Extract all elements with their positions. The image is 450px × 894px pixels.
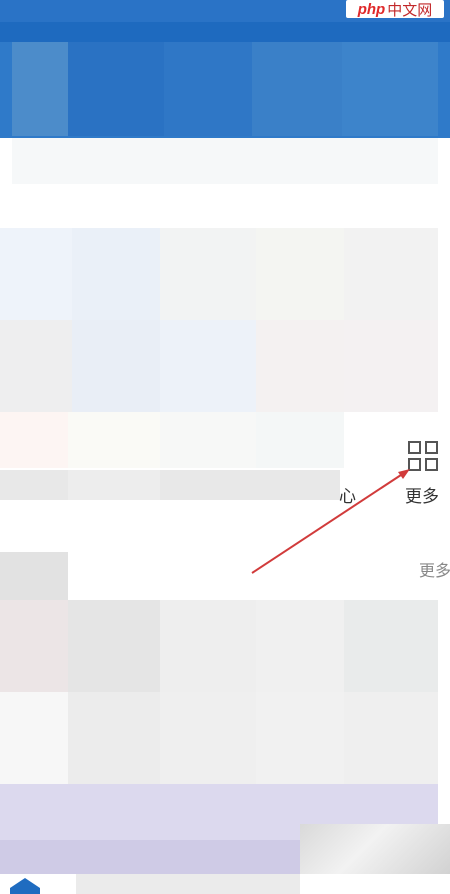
banner-tile [342, 42, 438, 136]
banner-tile [252, 42, 342, 136]
shortcut-tile[interactable] [160, 320, 256, 412]
more-shortcut-label[interactable]: 更多 [405, 482, 439, 507]
banner-tile [12, 42, 68, 136]
content-card[interactable] [256, 692, 344, 784]
banner-tile [164, 42, 252, 136]
shortcut-icon-area[interactable] [0, 412, 68, 468]
shortcut-tile[interactable] [0, 320, 72, 412]
shortcut-tile[interactable] [72, 228, 160, 320]
shortcut-tile[interactable] [344, 228, 438, 320]
shortcut-partial-label: 心 [339, 487, 356, 506]
shortcut-label [68, 470, 160, 500]
shortcut-tile[interactable] [344, 320, 438, 412]
section-title [0, 552, 68, 600]
shortcut-label [160, 470, 340, 500]
banner-tile [68, 42, 164, 136]
content-card[interactable] [256, 600, 344, 692]
shortcut-tile[interactable] [256, 228, 344, 320]
bottom-nav-tab[interactable] [76, 874, 300, 894]
content-card[interactable] [344, 600, 438, 692]
content-card[interactable] [160, 692, 256, 784]
content-card[interactable] [344, 692, 438, 784]
content-card[interactable] [68, 600, 160, 692]
content-card[interactable] [0, 600, 68, 692]
shortcut-tile[interactable] [256, 320, 344, 412]
shortcut-icon-area[interactable] [256, 412, 344, 468]
shortcut-tile[interactable] [160, 228, 256, 320]
shortcut-label [0, 470, 68, 500]
content-card[interactable] [0, 692, 68, 784]
shortcut-tile[interactable] [72, 320, 160, 412]
watermark-cjk: 中文网 [387, 1, 433, 19]
shortcut-icon-area[interactable] [68, 412, 160, 468]
watermark-logo: php 中文网 [346, 0, 444, 19]
home-icon[interactable] [10, 878, 40, 894]
content-card[interactable] [68, 692, 160, 784]
search-strip[interactable] [12, 138, 438, 184]
section-more-link[interactable]: 更多 [419, 557, 450, 581]
watermark-latin: php [357, 0, 386, 18]
content-card[interactable] [160, 600, 256, 692]
shortcut-icon-area[interactable] [160, 412, 256, 468]
shortcut-tile[interactable] [0, 228, 72, 320]
grid-icon[interactable] [407, 440, 439, 472]
